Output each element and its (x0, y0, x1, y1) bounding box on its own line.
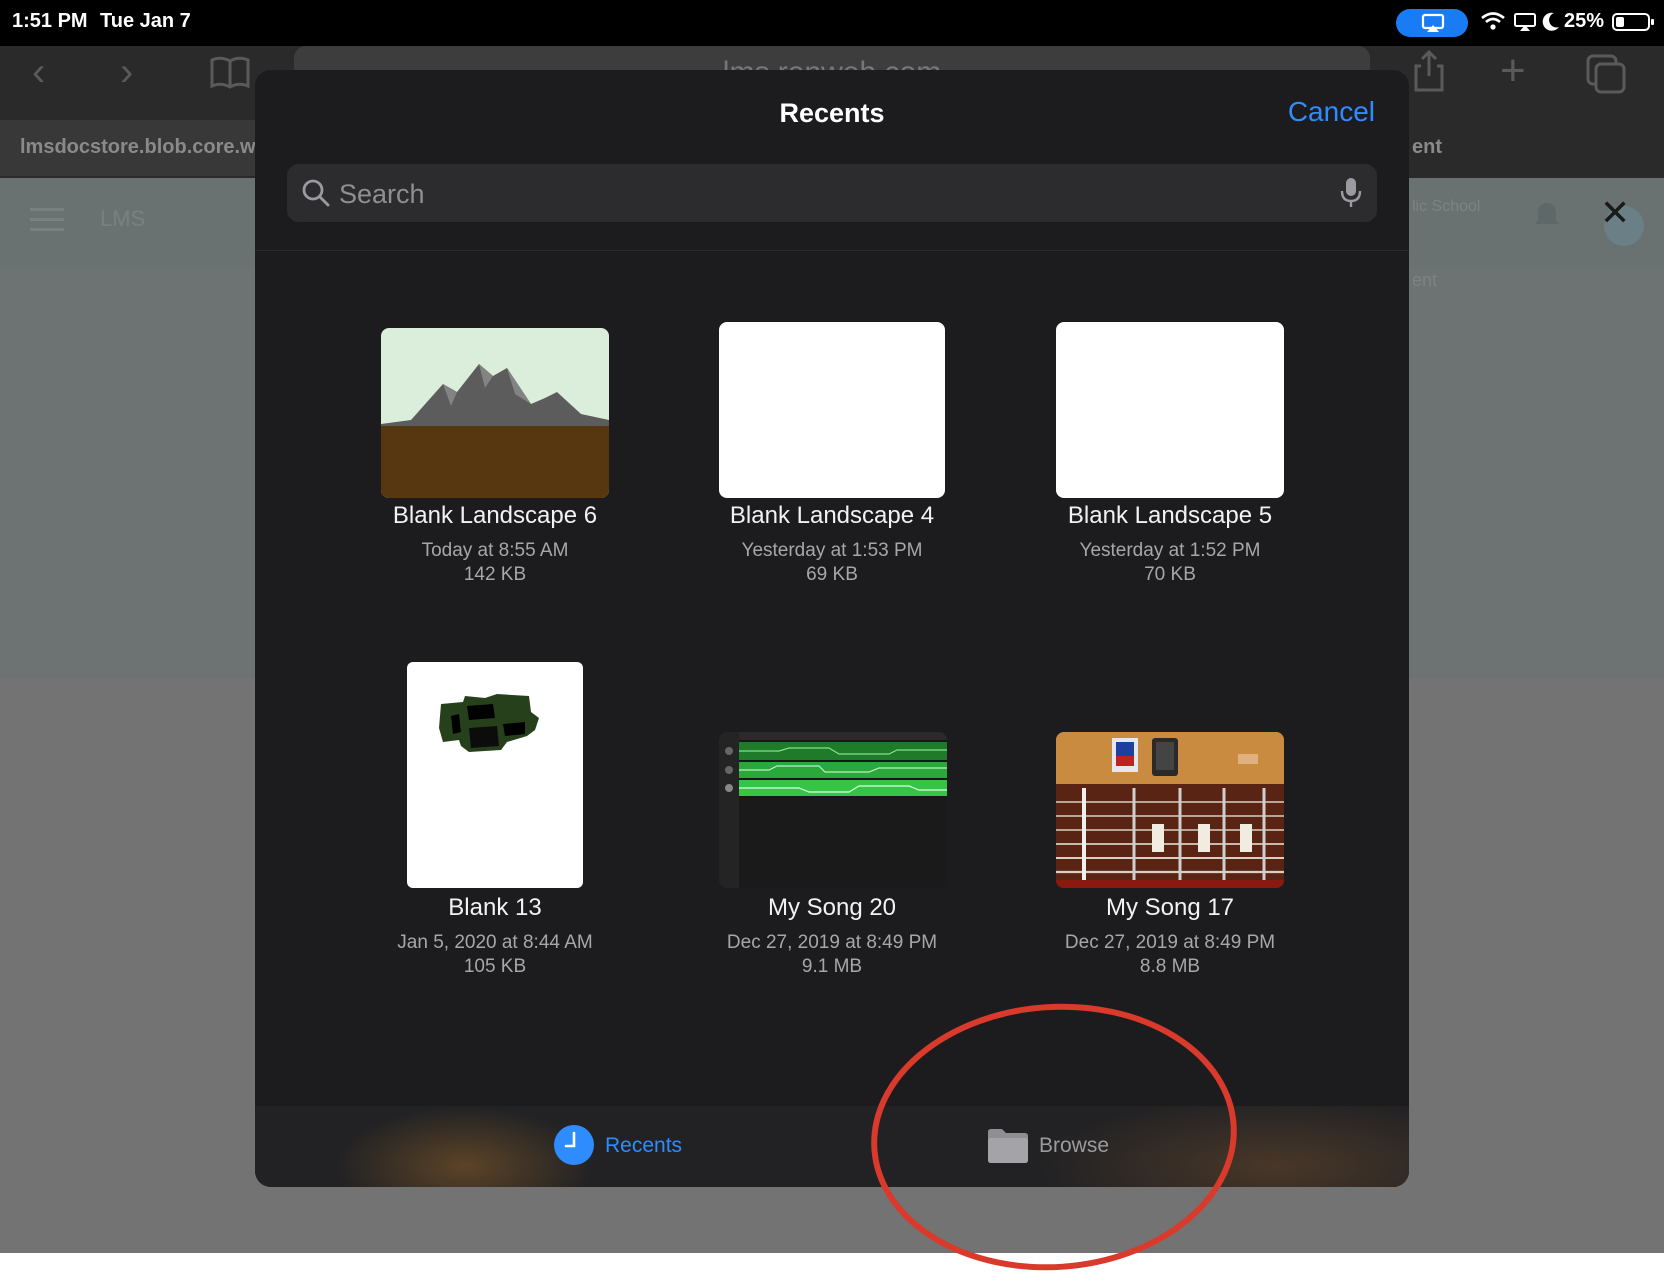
file-name: Blank Landscape 6 (392, 502, 598, 529)
file-size: 70 KB (1144, 564, 1196, 585)
bookmarks-icon[interactable] (210, 56, 250, 90)
folder-icon (988, 1129, 1028, 1163)
file-thumbnail-blank[interactable] (719, 322, 945, 498)
wifi-icon (1481, 12, 1505, 30)
status-date: Tue Jan 7 (100, 10, 191, 32)
menu-icon[interactable] (30, 208, 64, 232)
tab-recents[interactable]: Recents (553, 1124, 693, 1168)
file-grid: Blank Landscape 6 Today at 8:55 AM 142 K… (255, 70, 1409, 1187)
airplay-icon (1421, 13, 1445, 32)
moon-icon (1542, 12, 1559, 31)
file-name: My Song 20 (767, 894, 897, 921)
file-size: 142 KB (463, 564, 527, 585)
tab-recents-label: Recents (605, 1134, 683, 1157)
file-name: Blank Landscape 5 (1067, 502, 1273, 529)
battery-percent: 25% (1564, 10, 1605, 32)
file-name: My Song 17 (1105, 894, 1235, 921)
file-date: Yesterday at 1:52 PM (1079, 540, 1261, 561)
file-date: Yesterday at 1:53 PM (741, 540, 923, 561)
status-time: 1:51 PM (12, 10, 88, 32)
file-name: Blank Landscape 4 (729, 502, 935, 529)
file-thumbnail-guitar[interactable] (1056, 732, 1284, 888)
tab-browse-label: Browse (1039, 1134, 1110, 1157)
file-thumbnail-landscape[interactable] (381, 328, 609, 498)
browser-tab[interactable]: lmsdocstore.blob.core.w (0, 120, 258, 176)
tabs-icon[interactable] (1586, 54, 1626, 94)
file-thumbnail-garageband-tracks[interactable] (719, 732, 947, 888)
airplay-status-icon (1514, 13, 1536, 31)
file-size: 9.1 MB (801, 956, 863, 977)
document-picker: Recents Cancel Blank Landscape 6 Today (255, 70, 1409, 1187)
file-size: 69 KB (806, 564, 858, 585)
bell-icon[interactable] (1532, 200, 1562, 230)
status-bar: 1:51 PM Tue Jan 7 25% (0, 0, 1664, 46)
file-date: Dec 27, 2019 at 8:49 PM (1064, 932, 1276, 953)
tab-browse[interactable]: Browse (987, 1124, 1127, 1168)
file-date: Today at 8:55 AM (421, 540, 569, 561)
new-tab-icon[interactable]: + (1500, 46, 1526, 96)
app-label: LMS (100, 206, 146, 231)
file-date: Jan 5, 2020 at 8:44 AM (397, 932, 593, 953)
forward-icon[interactable]: › (120, 50, 133, 95)
file-thumbnail-blank[interactable] (1056, 322, 1284, 498)
file-name: Blank 13 (448, 894, 542, 921)
page-side-text: ent (1412, 270, 1438, 290)
file-date: Dec 27, 2019 at 8:49 PM (726, 932, 938, 953)
school-label: lic School (1412, 198, 1481, 215)
file-size: 105 KB (463, 956, 527, 977)
battery-icon (1612, 13, 1654, 31)
file-thumbnail-drawing[interactable] (407, 662, 583, 888)
screen-mirroring-indicator (1396, 9, 1468, 37)
back-icon[interactable]: ‹ (32, 50, 45, 95)
close-icon[interactable]: ✕ (1600, 192, 1630, 234)
file-size: 8.8 MB (1139, 956, 1201, 977)
share-icon[interactable] (1412, 50, 1446, 92)
tab-bar: Recents Browse (255, 1106, 1409, 1187)
clock-icon (554, 1125, 594, 1165)
browser-tab-right-title: ent (1412, 136, 1442, 158)
browser-tab-title: lmsdocstore.blob.core.w (20, 136, 256, 158)
